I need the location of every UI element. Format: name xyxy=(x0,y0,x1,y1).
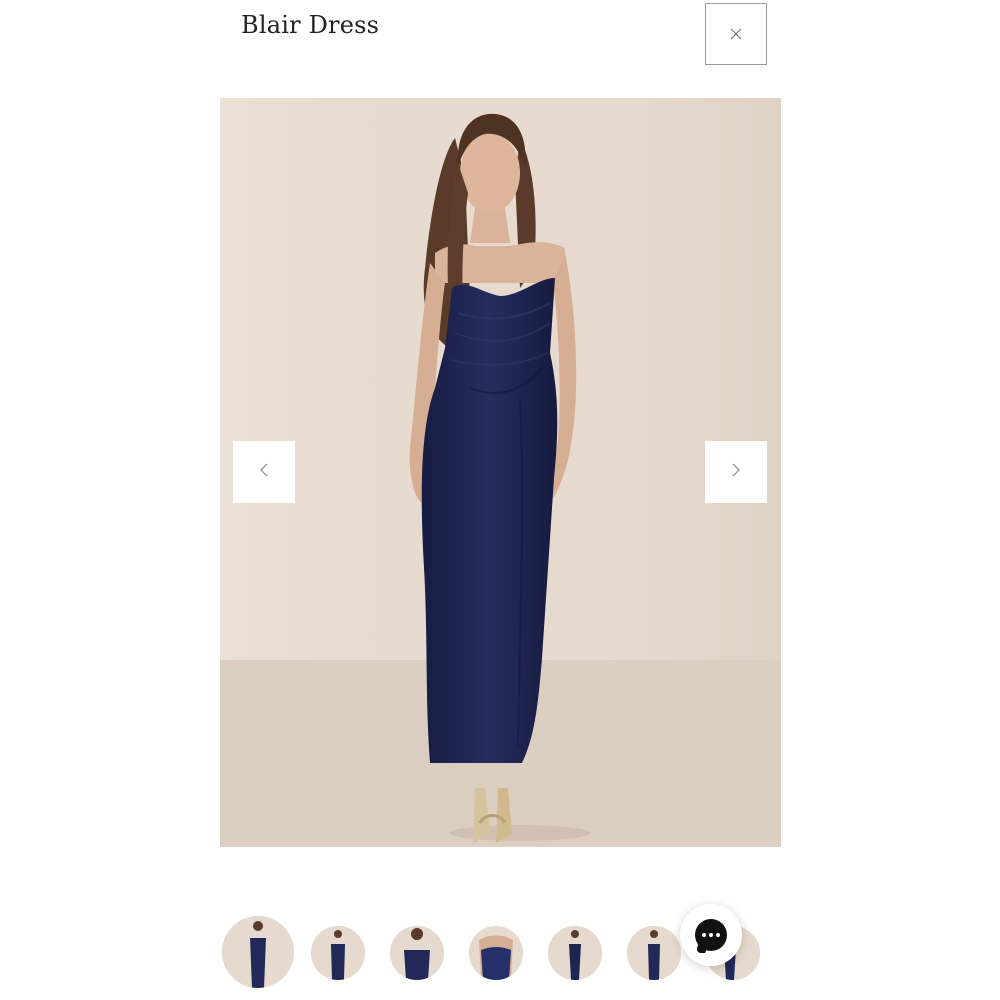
chevron-right-icon xyxy=(731,462,741,482)
product-title: Blair Dress xyxy=(241,11,380,39)
close-icon xyxy=(729,27,743,41)
chevron-left-icon xyxy=(259,462,269,482)
product-gallery-modal: Blair Dress xyxy=(0,0,1000,1000)
thumbnail-4[interactable] xyxy=(469,926,523,980)
thumbnail-5[interactable] xyxy=(548,926,602,980)
previous-image-button[interactable] xyxy=(233,441,295,503)
thumbnail-6[interactable] xyxy=(627,926,681,980)
next-image-button[interactable] xyxy=(705,441,767,503)
thumbnail-1[interactable] xyxy=(222,916,294,988)
chat-icon xyxy=(695,919,727,951)
main-product-image xyxy=(220,98,781,847)
chat-button[interactable] xyxy=(680,904,742,966)
thumbnail-3[interactable] xyxy=(390,926,444,980)
close-button[interactable] xyxy=(705,3,767,65)
thumbnail-2[interactable] xyxy=(311,926,365,980)
